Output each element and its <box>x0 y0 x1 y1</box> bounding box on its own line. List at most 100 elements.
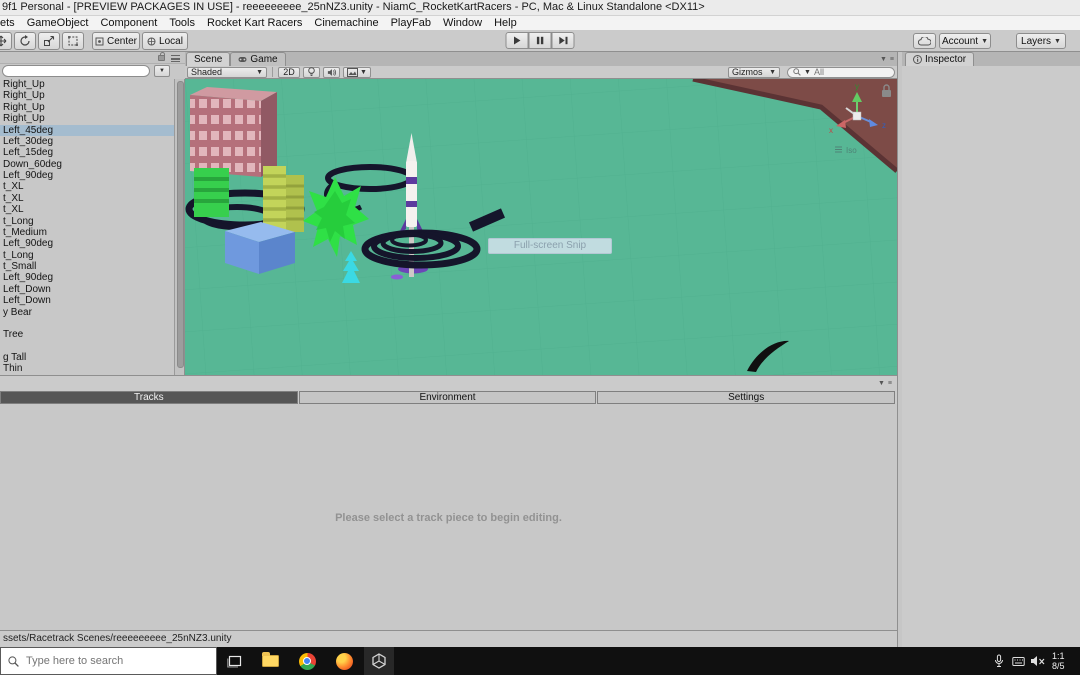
hierarchy-item[interactable]: y Bear <box>0 307 174 318</box>
tab-scene[interactable]: Scene <box>186 52 231 66</box>
hierarchy-item[interactable]: Left_90deg <box>0 272 174 283</box>
play-button[interactable] <box>505 32 529 49</box>
step-button[interactable] <box>551 32 575 49</box>
hierarchy-item[interactable]: Right_Up <box>0 79 174 90</box>
hierarchy-item[interactable]: Thin <box>0 363 174 374</box>
space-label: Local <box>159 35 183 47</box>
axis-z-label: z <box>882 121 886 130</box>
rect-tool-button[interactable] <box>62 32 84 50</box>
tray-keyboard[interactable] <box>1012 647 1025 675</box>
pivot-center-button[interactable]: Center <box>92 32 140 50</box>
menu-item[interactable]: Cinemachine <box>314 17 378 29</box>
hierarchy-item[interactable]: Right_Up <box>0 90 174 101</box>
scene-viewport[interactable]: y z x Iso Full-screen Snip <box>185 79 897 375</box>
menu-item[interactable]: GameObject <box>27 17 89 29</box>
chrome-button[interactable] <box>292 647 322 675</box>
chevron-down-icon: ▼ <box>769 68 776 76</box>
pause-button[interactable] <box>528 32 552 49</box>
hierarchy-item[interactable]: g Tall <box>0 352 174 363</box>
pivot-icon <box>95 37 104 45</box>
panel-menu-icon[interactable]: ≡ <box>888 380 892 387</box>
tray-clock[interactable]: 1:1 8/5 <box>1052 651 1080 671</box>
hierarchy-item[interactable]: Right_Up <box>0 102 174 113</box>
play-icon <box>514 36 521 45</box>
taskbar-search[interactable] <box>0 647 217 675</box>
browser-button[interactable] <box>329 647 359 675</box>
tab-inspector[interactable]: Inspector <box>905 52 975 66</box>
hierarchy-item[interactable] <box>0 318 174 329</box>
hierarchy-item[interactable]: Down_60deg <box>0 159 174 170</box>
scale-tool-button[interactable] <box>38 32 60 50</box>
hierarchy-item[interactable]: Left_45deg <box>0 124 174 136</box>
rotate-tool-button[interactable] <box>14 32 36 50</box>
tab-environment[interactable]: Environment <box>298 391 597 404</box>
game-icon <box>238 57 247 62</box>
building-green <box>194 168 229 217</box>
hierarchy-item[interactable] <box>0 341 174 352</box>
gizmos-dropdown[interactable]: Gizmos ▼ <box>728 66 780 78</box>
space-local-button[interactable]: Local <box>142 32 188 50</box>
taskbar-search-input[interactable] <box>26 655 196 667</box>
menu-item[interactable]: Window <box>443 17 482 29</box>
menu-item[interactable]: Rocket Kart Racers <box>207 17 302 29</box>
hierarchy-item[interactable]: Left_30deg <box>0 136 174 147</box>
microphone-icon <box>995 654 1003 667</box>
tray-mic[interactable] <box>993 647 1005 675</box>
menu-item[interactable]: Component <box>100 17 157 29</box>
hierarchy-item[interactable]: t_XL <box>0 181 174 192</box>
scene-search-field[interactable]: ▼ All <box>787 66 895 78</box>
task-view-button[interactable] <box>220 647 250 675</box>
image-icon <box>347 67 359 77</box>
hierarchy-item[interactable]: Left_Down <box>0 295 174 306</box>
hierarchy-scrollbar[interactable] <box>174 79 185 375</box>
scene-audio-button[interactable] <box>323 66 340 78</box>
hierarchy-item[interactable]: Left_90deg <box>0 238 174 249</box>
fullscreen-snip-overlay[interactable]: Full-screen Snip <box>488 238 612 254</box>
panel-menu-icon[interactable] <box>171 55 180 62</box>
menu-item[interactable]: Help <box>494 17 517 29</box>
menu-item[interactable]: Tools <box>169 17 195 29</box>
lock-icon[interactable] <box>158 52 165 61</box>
hierarchy-item[interactable]: Right_Up <box>0 113 174 124</box>
hierarchy-item[interactable]: t_Medium <box>0 227 174 238</box>
menu-item[interactable]: PlayFab <box>391 17 431 29</box>
hierarchy-item[interactable]: Left_15deg <box>0 147 174 158</box>
tab-tracks[interactable]: Tracks <box>0 391 298 404</box>
hierarchy-item[interactable]: Left_Down <box>0 284 174 295</box>
hierarchy-item[interactable]: Tree <box>0 329 174 340</box>
hierarchy-item[interactable]: t_XL <box>0 204 174 215</box>
hierarchy-item[interactable]: Left_90deg <box>0 170 174 181</box>
hierarchy-item[interactable]: t_XL <box>0 193 174 204</box>
chevron-down-icon[interactable]: ▼ <box>880 56 887 63</box>
rotate-tool-icon <box>20 35 30 46</box>
scrollbar-thumb[interactable] <box>176 81 184 368</box>
firefox-icon <box>335 652 353 670</box>
tray-volume[interactable] <box>1030 647 1046 675</box>
layers-dropdown[interactable]: Layers ▼ <box>1016 33 1066 49</box>
scene-effects-dropdown[interactable]: ▼ <box>343 66 371 78</box>
unity-taskbar-button[interactable] <box>364 647 394 675</box>
clock-date: 8/5 <box>1052 661 1065 671</box>
scene-lighting-button[interactable] <box>303 66 320 78</box>
chevron-down-icon[interactable]: ▼ <box>878 380 885 387</box>
tab-game[interactable]: Game <box>230 52 286 66</box>
hierarchy-search-input[interactable] <box>2 65 150 77</box>
chevron-down-icon: ▼ <box>360 68 367 76</box>
status-bar: ssets/Racetrack Scenes/reeeeeeeee_25nNZ3… <box>0 630 897 647</box>
account-dropdown[interactable]: Account ▼ <box>939 33 991 49</box>
file-explorer-button[interactable] <box>255 647 285 675</box>
axis-y-label: y <box>855 82 859 91</box>
panel-menu-icon[interactable]: ≡ <box>890 56 894 63</box>
search-filter-dropdown[interactable]: ▼ <box>154 65 170 77</box>
scale-tool-icon <box>44 35 55 46</box>
hierarchy-item[interactable]: t_Long <box>0 216 174 227</box>
2d-toggle-button[interactable]: 2D <box>278 66 300 78</box>
hierarchy-item[interactable]: t_Long <box>0 250 174 261</box>
move-tool-button[interactable] <box>0 32 12 50</box>
hierarchy-item[interactable]: t_Small <box>0 261 174 272</box>
shading-mode-dropdown[interactable]: Shaded ▼ <box>187 66 267 78</box>
menu-item[interactable]: ets <box>0 17 15 29</box>
hierarchy-list: Right_Up Right_Up Right_Up Right_Up Left_45d… <box>0 79 174 375</box>
cloud-services-button[interactable] <box>913 33 936 49</box>
tab-settings[interactable]: Settings <box>597 391 896 404</box>
